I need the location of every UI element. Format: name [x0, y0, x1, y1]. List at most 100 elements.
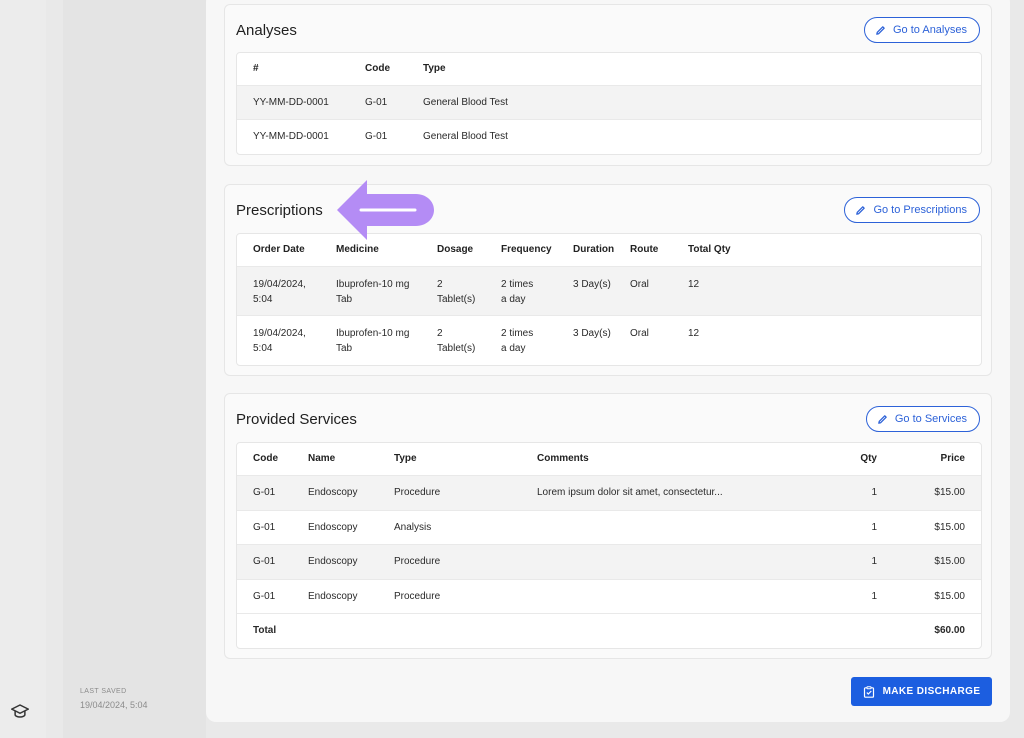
services-title: Provided Services	[236, 411, 357, 428]
table-cell: G-01	[365, 131, 388, 142]
table-cell: Procedure	[394, 590, 441, 602]
table-cell: 5:04	[253, 342, 273, 354]
table-header-row: # Code Type	[237, 53, 981, 86]
table-cell: G-01	[253, 556, 276, 567]
table-cell: 19/04/2024,	[253, 279, 306, 290]
graduation-cap-icon[interactable]	[11, 703, 29, 719]
table-cell: Tab	[336, 293, 353, 305]
pencil-icon	[876, 25, 885, 35]
table-row: G-01 Endoscopy Analysis 1 $15.00	[237, 511, 981, 545]
table-cell: Endoscopy	[308, 487, 358, 498]
table-cell: Analysis	[394, 521, 432, 533]
table-row: G-01 Endoscopy Procedure Lorem ipsum dolor …	[237, 476, 981, 511]
table-cell: 1	[871, 556, 877, 567]
analyses-table: # Code Type YY-MM-DD-0001 G-01 General Blood …	[236, 52, 982, 155]
table-cell: G-01	[253, 487, 276, 498]
pencil-icon	[856, 205, 866, 215]
table-cell: Procedure	[394, 556, 441, 567]
table-header-row: Code Name Type Comments Qty Price	[237, 443, 981, 476]
table-cell: 2	[437, 279, 443, 290]
table-cell: Lorem ipsum dolor sit amet, consectetur.…	[537, 487, 723, 498]
table-cell: General Blood Test	[423, 131, 508, 142]
table-cell: Oral	[630, 279, 649, 290]
services-table: Code Name Type Comments Qty Price G-01 Endoscop…	[236, 442, 982, 649]
annotation-arrow-icon	[337, 180, 434, 240]
table-cell: a day	[501, 293, 526, 305]
table-cell: 3 Day(s)	[573, 279, 611, 290]
table-row: 19/04/2024, 5:04 Ibuprofen-10 mg Tab 2 Tablet…	[237, 267, 981, 316]
go-to-analyses-button[interactable]: Go to Analyses	[864, 17, 980, 43]
table-cell: YY-MM-DD-0001	[253, 97, 329, 108]
column-header: Medicine	[336, 244, 379, 255]
services-card: Provided Services Go to Services Code Nam…	[224, 393, 992, 659]
table-cell: 2 times	[501, 279, 534, 290]
column-header: Qty	[860, 453, 877, 464]
column-header: Type	[394, 453, 417, 464]
column-header: Type	[423, 63, 446, 74]
column-header: Order Date	[253, 244, 305, 255]
table-cell: 12	[688, 279, 700, 290]
analyses-card: Analyses Go to Analyses # Code Type YY-MM-D…	[224, 4, 992, 166]
table-cell: 5:04	[253, 293, 273, 305]
table-cell: 1	[871, 590, 877, 602]
table-cell: G-01	[253, 590, 276, 602]
clipboard-check-icon	[863, 685, 874, 698]
column-header: Total Qty	[688, 244, 731, 255]
table-cell: G-01	[253, 521, 276, 533]
table-cell: 3 Day(s)	[573, 328, 611, 339]
table-cell: Ibuprofen-10 mg	[336, 279, 410, 290]
table-cell: a day	[501, 342, 526, 354]
go-to-services-label: Go to Services	[894, 413, 967, 425]
table-cell: Tab	[336, 342, 353, 354]
table-cell: 19/04/2024,	[253, 328, 306, 339]
table-cell: Endoscopy	[308, 590, 358, 602]
go-to-prescriptions-label: Go to Prescriptions	[873, 204, 967, 216]
column-header: Comments	[537, 453, 589, 464]
table-cell: Oral	[630, 328, 649, 339]
go-to-services-button[interactable]: Go to Services	[865, 406, 980, 432]
table-cell: $15.00	[934, 590, 965, 602]
column-header: Code	[365, 63, 390, 74]
table-cell: YY-MM-DD-0001	[253, 131, 329, 142]
table-cell: Ibuprofen-10 mg	[336, 328, 410, 339]
total-value: $60.00	[934, 625, 965, 636]
table-cell: 1	[871, 487, 877, 498]
go-to-prescriptions-button[interactable]: Go to Prescriptions	[844, 197, 980, 223]
column-header: Duration	[573, 244, 615, 255]
table-total-row: Total $60.00	[237, 614, 981, 648]
table-cell: 12	[688, 328, 700, 339]
table-cell: Endoscopy	[308, 556, 358, 567]
prescriptions-title: Prescriptions	[236, 202, 323, 219]
column-header: #	[253, 63, 259, 74]
table-cell: $15.00	[934, 521, 965, 533]
column-header: Frequency	[501, 244, 552, 255]
make-discharge-label: MAKE DISCHARGE	[882, 686, 981, 697]
total-label: Total	[253, 625, 277, 636]
table-cell: G-01	[365, 97, 388, 108]
last-saved-value: 19/04/2024, 5:04	[80, 700, 148, 710]
table-cell: Procedure	[394, 487, 441, 498]
column-header: Dosage	[437, 244, 474, 255]
prescriptions-table: Order Date Medicine Dosage Frequency Duratio…	[236, 233, 982, 366]
column-header: Price	[940, 453, 965, 464]
column-header: Name	[308, 453, 336, 464]
column-header: Route	[630, 244, 659, 255]
last-saved-label: LAST SAVED	[80, 688, 127, 695]
table-cell: $15.00	[934, 487, 965, 498]
make-discharge-button[interactable]: MAKE DISCHARGE	[851, 677, 992, 706]
left-rail	[0, 0, 46, 738]
secondary-panel	[63, 0, 206, 738]
table-cell: $15.00	[934, 556, 965, 567]
table-cell: 2 times	[501, 328, 534, 339]
table-row: 19/04/2024, 5:04 Ibuprofen-10 mg Tab 2 Tablet…	[237, 316, 981, 365]
table-cell: 1	[871, 521, 877, 533]
go-to-analyses-label: Go to Analyses	[893, 24, 967, 36]
table-cell: Endoscopy	[308, 521, 358, 533]
table-row: YY-MM-DD-0001 G-01 General Blood Test	[237, 120, 981, 154]
table-row: YY-MM-DD-0001 G-01 General Blood Test	[237, 86, 981, 120]
analyses-title: Analyses	[236, 22, 297, 39]
table-row: G-01 Endoscopy Procedure 1 $15.00	[237, 545, 981, 580]
table-row: G-01 Endoscopy Procedure 1 $15.00	[237, 580, 981, 614]
column-header: Code	[253, 453, 278, 464]
table-cell: Tablet(s)	[437, 293, 476, 305]
